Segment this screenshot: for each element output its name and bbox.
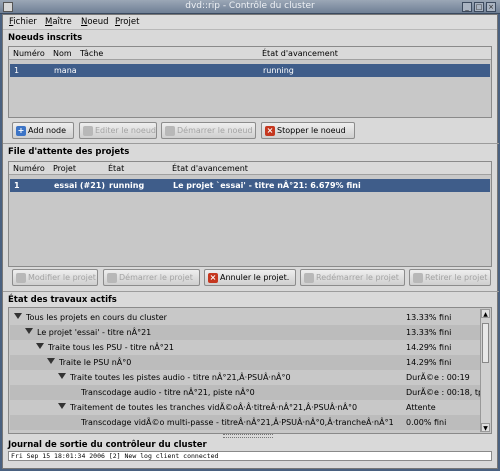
node-status: running bbox=[263, 66, 294, 75]
col-numero[interactable]: Numéro bbox=[13, 49, 45, 58]
remove-project-button[interactable]: Retirer le projet bbox=[409, 269, 491, 286]
edit-icon bbox=[16, 273, 26, 283]
divider bbox=[3, 291, 499, 292]
expander-icon[interactable] bbox=[47, 358, 55, 364]
scroll-thumb[interactable] bbox=[482, 323, 489, 363]
expander-icon[interactable] bbox=[36, 343, 44, 349]
col-etat[interactable]: État bbox=[108, 164, 124, 173]
table-row[interactable]: 1 mana running bbox=[10, 64, 490, 77]
main-window: Fichier Maître Noeud Projet Noeuds inscr… bbox=[2, 14, 499, 469]
log-output[interactable]: Fri Sep 15 18:01:34 2006 [2] New log cli… bbox=[8, 451, 492, 461]
queue-progress: Le projet `essai' - titre nÂ°21: 6.679% … bbox=[173, 181, 361, 190]
stop-node-button[interactable]: × Stopper le noeud bbox=[261, 122, 355, 139]
edit-icon bbox=[83, 126, 93, 136]
nodes-table[interactable]: Numéro Nom Tâche État d'avancement 1 man… bbox=[8, 46, 492, 118]
queue-section-title: File d'attente des projets bbox=[8, 147, 130, 157]
tree-row[interactable]: Traite tous les PSU - titre nÂ°21 14.29%… bbox=[10, 340, 480, 355]
restart-icon bbox=[304, 273, 314, 283]
col-tache[interactable]: Tâche bbox=[80, 49, 103, 58]
menu-maitre[interactable]: Maître bbox=[45, 17, 72, 27]
tree-row[interactable]: Traite toutes les pistes audio - titre n… bbox=[10, 370, 480, 385]
col-numero[interactable]: Numéro bbox=[13, 164, 45, 173]
expander-icon[interactable] bbox=[14, 313, 22, 319]
scroll-down-icon[interactable]: ▼ bbox=[481, 423, 490, 432]
remove-icon bbox=[413, 273, 423, 283]
jobs-section-title: État des travaux actifs bbox=[8, 295, 117, 305]
divider bbox=[3, 143, 499, 144]
menu-noeud[interactable]: Noeud bbox=[81, 17, 109, 27]
scroll-up-icon[interactable]: ▲ bbox=[481, 309, 490, 318]
edit-project-button[interactable]: Modifier le projet bbox=[12, 269, 98, 286]
minimize-icon[interactable]: _ bbox=[462, 2, 472, 12]
jobs-tree[interactable]: Tous les projets en cours du cluster 13.… bbox=[8, 307, 492, 434]
tree-row[interactable]: Transcodage vidÃ©o multi-passe - titreÂ·… bbox=[10, 415, 480, 430]
close-icon[interactable]: × bbox=[486, 2, 496, 12]
tree-row[interactable]: Transcodage audio - titre nÂ°21, piste n… bbox=[10, 385, 483, 400]
menubar: Fichier Maître Noeud Projet bbox=[3, 15, 497, 30]
col-nom[interactable]: Nom bbox=[53, 49, 72, 58]
menu-fichier[interactable]: Fichier bbox=[9, 17, 37, 27]
edit-node-button[interactable]: Editer le noeud bbox=[79, 122, 157, 139]
queue-table-header: Numéro Projet État État d'avancement bbox=[9, 162, 491, 175]
window-titlebar[interactable]: dvd::rip - Contrôle du cluster _ □ × bbox=[0, 0, 500, 14]
node-num: 1 bbox=[14, 66, 20, 75]
table-row[interactable]: 1 essai (#21) running Le projet `essai' … bbox=[10, 179, 490, 192]
start-node-button[interactable]: Démarrer le noeud bbox=[161, 122, 256, 139]
start-project-button[interactable]: Démarrer le projet bbox=[103, 269, 200, 286]
start-icon bbox=[107, 273, 117, 283]
window-title: dvd::rip - Contrôle du cluster bbox=[185, 1, 315, 11]
tree-row[interactable]: Le projet 'essai' - titre nÂ°21 13.33% f… bbox=[10, 325, 480, 340]
expander-icon[interactable] bbox=[58, 403, 66, 409]
menu-projet[interactable]: Projet bbox=[115, 17, 139, 27]
cancel-project-button[interactable]: × Annuler le projet. bbox=[204, 269, 296, 286]
tree-row[interactable]: Traite le PSU nÂ°0 14.29% fini bbox=[10, 355, 480, 370]
restart-project-button[interactable]: Redémarrer le projet bbox=[300, 269, 405, 286]
start-icon bbox=[165, 126, 175, 136]
tree-row[interactable]: Traitement de toutes les tranches vidÃ©o… bbox=[10, 400, 480, 415]
tree-row[interactable]: Tous les projets en cours du cluster 13.… bbox=[10, 310, 480, 325]
cancel-icon: × bbox=[208, 273, 218, 283]
col-projet[interactable]: Projet bbox=[53, 164, 76, 173]
plus-icon: + bbox=[16, 126, 26, 136]
stop-icon: × bbox=[265, 126, 275, 136]
jobs-vertical-scrollbar[interactable]: ▲ ▼ bbox=[480, 309, 490, 432]
queue-state: running bbox=[109, 181, 145, 190]
queue-num: 1 bbox=[14, 181, 20, 190]
nodes-table-header: Numéro Nom Tâche État d'avancement bbox=[9, 47, 491, 60]
nodes-section-title: Noeuds inscrits bbox=[8, 33, 83, 43]
expander-icon[interactable] bbox=[58, 373, 66, 379]
queue-table[interactable]: Numéro Projet État État d'avancement 1 e… bbox=[8, 161, 492, 267]
pane-splitter-handle[interactable] bbox=[223, 434, 273, 438]
col-etat-avancement[interactable]: État d'avancement bbox=[172, 164, 248, 173]
add-node-button[interactable]: + Add node bbox=[12, 122, 74, 139]
log-section-title: Journal de sortie du contrôleur du clust… bbox=[8, 440, 207, 450]
node-name: mana bbox=[54, 66, 77, 75]
maximize-icon[interactable]: □ bbox=[474, 2, 484, 12]
expander-icon[interactable] bbox=[25, 328, 33, 334]
queue-project: essai (#21) bbox=[54, 181, 106, 190]
col-etat-avancement[interactable]: État d'avancement bbox=[262, 49, 338, 58]
